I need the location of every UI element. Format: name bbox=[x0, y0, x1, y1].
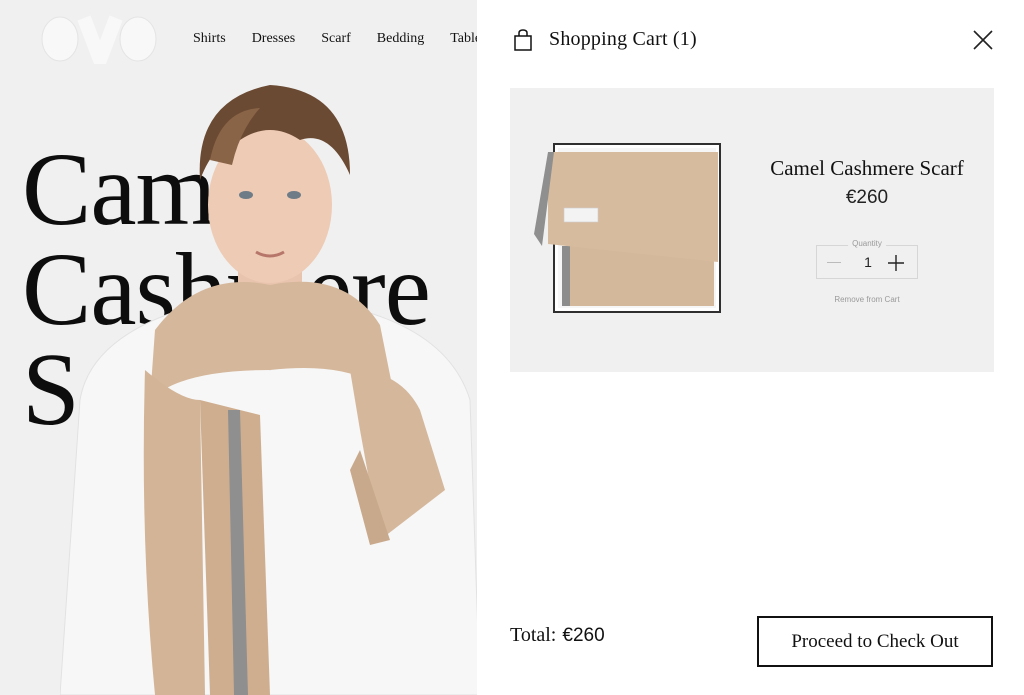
ovo-logo[interactable] bbox=[40, 14, 160, 64]
cart-item: Camel Cashmere Scarf €260 Quantity 1 Rem… bbox=[510, 88, 994, 372]
remove-from-cart-link[interactable]: Remove from Cart bbox=[810, 295, 924, 304]
item-name[interactable]: Camel Cashmere Scarf bbox=[750, 156, 984, 181]
quantity-label: Quantity bbox=[848, 239, 886, 248]
total-value: €260 bbox=[562, 625, 605, 646]
top-nav: Shirts Dresses Scarf Bedding Table bbox=[193, 31, 507, 47]
decrease-quantity-button[interactable] bbox=[827, 262, 841, 263]
item-info: Camel Cashmere Scarf €260 bbox=[750, 156, 984, 209]
model-photo bbox=[60, 85, 480, 695]
item-price: €260 bbox=[845, 187, 889, 208]
cart-title: Shopping Cart (1) bbox=[549, 28, 697, 50]
cart-total: Total: €260 bbox=[510, 624, 605, 647]
nav-item-shirts[interactable]: Shirts bbox=[193, 31, 226, 47]
shopping-bag-icon bbox=[514, 28, 532, 51]
quantity-value: 1 bbox=[864, 254, 872, 270]
product-image[interactable] bbox=[532, 138, 722, 314]
nav-item-bedding[interactable]: Bedding bbox=[377, 31, 424, 47]
close-icon[interactable] bbox=[971, 28, 995, 52]
cart-header: Shopping Cart (1) bbox=[513, 28, 697, 51]
total-label: Total: bbox=[510, 624, 557, 646]
shopping-cart-drawer: Shopping Cart (1) Camel Cashmere Scarf €… bbox=[477, 0, 1024, 695]
checkout-button[interactable]: Proceed to Check Out bbox=[757, 616, 993, 667]
nav-item-dresses[interactable]: Dresses bbox=[252, 31, 296, 47]
nav-item-scarf[interactable]: Scarf bbox=[321, 31, 351, 47]
increase-quantity-button[interactable] bbox=[887, 254, 905, 272]
quantity-stepper: Quantity 1 bbox=[816, 239, 918, 279]
